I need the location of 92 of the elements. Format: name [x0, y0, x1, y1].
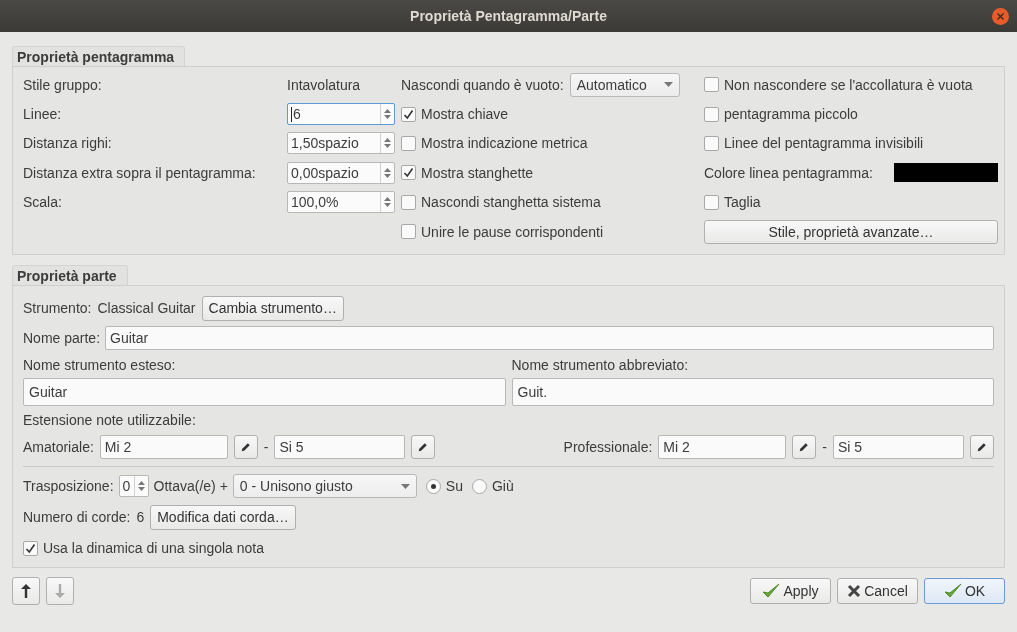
edit-button[interactable]	[233, 435, 258, 460]
spin-arrows-icon[interactable]	[133, 476, 148, 497]
field-label: Nome strumento abbreviato:	[511, 357, 690, 374]
checkmark-icon	[403, 167, 414, 179]
checkmark-icon	[943, 582, 962, 599]
section-label: Estensione note utilizzabile:	[23, 412, 196, 429]
input-field[interactable]: Si 5	[274, 435, 406, 460]
field-label: Professionale:	[563, 439, 653, 456]
radio-button[interactable]	[425, 478, 441, 494]
down-arrow-icon	[55, 583, 65, 598]
field-label: Amatoriale:	[23, 439, 94, 456]
color-label: Colore linea pentagramma:	[704, 164, 873, 181]
dialog-button[interactable]: Cancel	[837, 577, 918, 604]
checkmark-icon	[25, 542, 36, 554]
edit-button[interactable]	[970, 435, 994, 460]
checkbox-label: Unire le pause corrispondenti	[421, 223, 604, 240]
dropdown-arrow-icon	[400, 483, 410, 489]
radio-label: Su	[445, 478, 463, 495]
field-label: Nascondi quando è vuoto:	[401, 76, 564, 93]
move-button[interactable]	[12, 576, 40, 605]
checkbox-label: Linee del pentagramma invisibili	[724, 135, 924, 152]
checkbox-label: Mostra chiave	[421, 106, 509, 123]
edit-strings-button[interactable]: Modifica dati corda…	[150, 504, 296, 530]
spin-box[interactable]: 1,50spazio	[287, 132, 395, 155]
input-field[interactable]: Si 5	[833, 435, 964, 460]
advanced-style-button[interactable]: Stile, proprietà avanzate…	[704, 219, 998, 244]
field-label: Distanza righi:	[23, 135, 112, 152]
radio-label: Giù	[491, 478, 514, 495]
range-separator: -	[822, 439, 827, 456]
checkmark-icon	[403, 108, 414, 120]
checkbox-label: Mostra indicazione metrica	[421, 135, 588, 152]
checkbox[interactable]	[704, 106, 719, 122]
close-icon	[847, 583, 862, 598]
instrument-name: Classical Guitar	[97, 300, 196, 317]
edit-button[interactable]	[792, 435, 817, 460]
group-title: Proprietà parte	[12, 265, 128, 286]
checkbox[interactable]	[401, 194, 416, 210]
up-arrow-icon	[21, 583, 31, 598]
checkbox-label: Taglia	[724, 194, 761, 211]
checkbox[interactable]	[704, 194, 719, 210]
spin-box[interactable]: 0	[118, 475, 149, 498]
close-button[interactable]	[992, 8, 1009, 25]
dropdown[interactable]: Automatico	[569, 72, 680, 97]
field-label: Numero di corde:	[23, 509, 131, 526]
field-label: Nome parte:	[23, 330, 101, 347]
checkbox-label: Usa la dinamica di una singola nota	[43, 540, 265, 557]
color-swatch[interactable]	[894, 163, 998, 183]
checkbox-label: pentagramma piccolo	[724, 106, 858, 123]
spin-box[interactable]: 0,00spazio	[287, 161, 395, 184]
checkbox[interactable]	[401, 106, 416, 122]
checkbox[interactable]	[401, 165, 416, 181]
spin-box[interactable]: 100,0%	[287, 191, 395, 214]
checkbox[interactable]	[401, 224, 416, 240]
group-title: Proprietà pentagramma	[12, 46, 186, 66]
change-instrument-button[interactable]: Cambia strumento…	[201, 295, 344, 321]
range-separator: -	[263, 439, 269, 456]
strings-count: 6	[136, 509, 145, 526]
checkbox-label: Non nascondere se l'accollatura è vuota	[724, 76, 973, 93]
field-label: Ottava(/e) +	[153, 478, 228, 495]
input-field[interactable]: Mi 2	[658, 435, 787, 460]
input-field[interactable]: Mi 2	[99, 435, 228, 460]
spin-arrows-icon[interactable]	[380, 133, 394, 154]
radio-button[interactable]	[471, 478, 487, 494]
dropdown-arrow-icon	[663, 82, 673, 88]
field-label: Stile gruppo:	[23, 76, 102, 93]
checkbox-label: Nascondi stanghetta sistema	[421, 194, 601, 211]
dialog-button[interactable]: OK	[924, 577, 1005, 604]
spin-arrows-icon[interactable]	[380, 162, 394, 183]
checkbox[interactable]	[23, 540, 38, 556]
close-icon	[997, 13, 1004, 20]
text-area[interactable]: Guitar	[23, 378, 506, 407]
checkbox[interactable]	[704, 135, 719, 151]
text-area[interactable]: Guit.	[511, 378, 994, 407]
field-value: Intavolatura	[287, 76, 362, 93]
field-label: Trasposizione:	[23, 478, 114, 495]
dropdown[interactable]: 0 - Unisono giusto	[232, 474, 417, 499]
spin-arrows-icon[interactable]	[380, 104, 394, 125]
checkmark-icon	[762, 582, 781, 599]
field-label: Scala:	[23, 194, 62, 211]
edit-button[interactable]	[411, 435, 436, 460]
field-label: Strumento:	[23, 300, 92, 317]
window-title: Proprietà Pentagramma/Parte	[410, 8, 607, 24]
spin-box[interactable]: 6	[287, 103, 395, 126]
field-label: Linee:	[23, 106, 62, 123]
field-label: Nome strumento esteso:	[23, 357, 177, 374]
input-field[interactable]: Guitar	[105, 326, 994, 351]
checkbox-label: Mostra stanghette	[421, 164, 534, 181]
spin-arrows-icon[interactable]	[380, 192, 394, 213]
checkbox[interactable]	[401, 135, 416, 151]
dialog-button[interactable]: Apply	[750, 577, 831, 604]
checkbox[interactable]	[704, 77, 719, 93]
field-label: Distanza extra sopra il pentagramma:	[23, 164, 256, 181]
